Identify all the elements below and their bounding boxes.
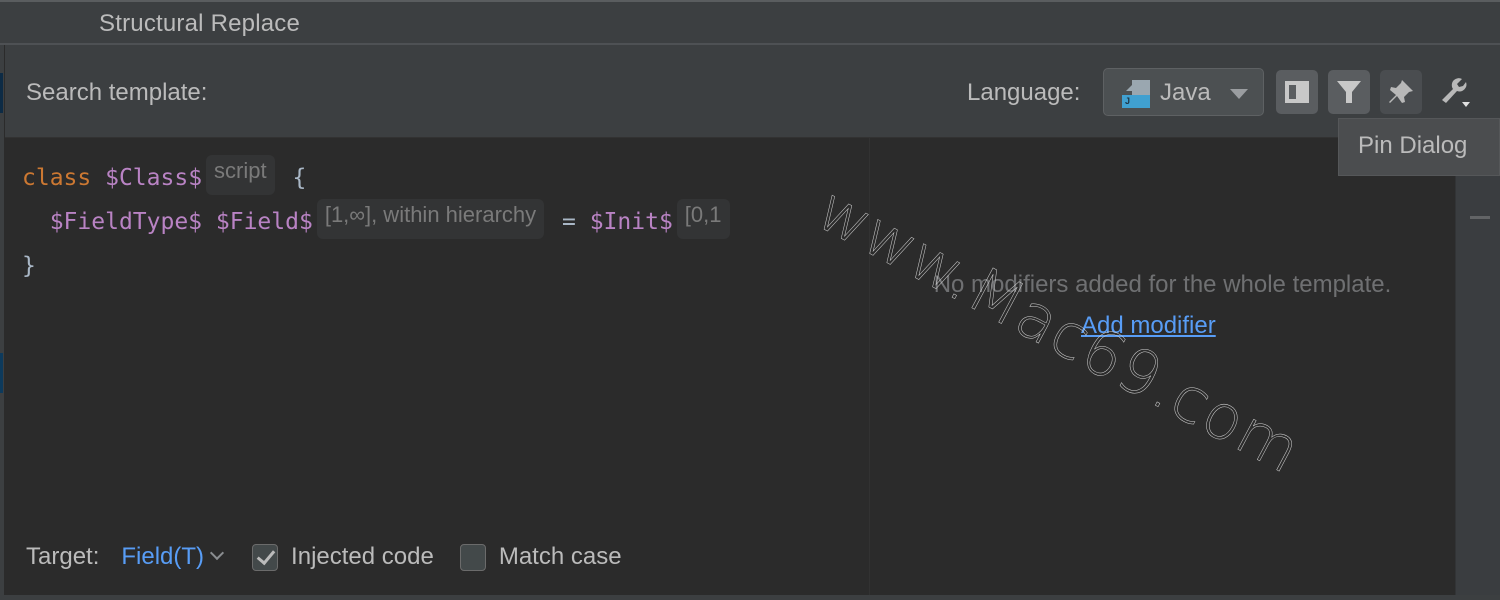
language-label: Language: bbox=[967, 79, 1081, 106]
match-case-label[interactable]: Match case bbox=[499, 543, 622, 571]
bottom-edge bbox=[0, 595, 1500, 600]
target-label: Target: bbox=[26, 543, 100, 570]
modifiers-panel: No modifiers added for the whole templat… bbox=[870, 138, 1455, 595]
language-value: Java bbox=[1160, 79, 1211, 106]
search-template-label: Search template: bbox=[26, 79, 208, 106]
add-modifier-link[interactable]: Add modifier bbox=[1081, 312, 1216, 340]
constraint-hint[interactable]: [1,∞], within hierarchy bbox=[316, 199, 545, 239]
template-variable[interactable]: $Init$ bbox=[590, 200, 673, 244]
options-row: Target: Field(T) Injected code Match cas… bbox=[26, 537, 648, 577]
java-file-icon: J bbox=[1122, 80, 1150, 108]
code-line[interactable]: } bbox=[22, 244, 734, 288]
left-edge-marker bbox=[0, 73, 3, 113]
pin-icon bbox=[1389, 80, 1413, 103]
settings-wrench-button[interactable] bbox=[1430, 70, 1472, 114]
code-area[interactable]: class $Class$ script { $FieldType$ $Field… bbox=[22, 155, 734, 288]
template-variable[interactable]: $FieldType$ bbox=[50, 200, 202, 244]
code-token: { bbox=[278, 165, 307, 191]
injected-code-checkbox[interactable] bbox=[252, 543, 279, 571]
search-template-editor[interactable]: class $Class$ script { $FieldType$ $Field… bbox=[5, 138, 870, 595]
language-dropdown[interactable]: J Java bbox=[1103, 68, 1264, 116]
injected-code-label[interactable]: Injected code bbox=[291, 543, 434, 571]
code-token: } bbox=[22, 253, 36, 279]
pin-dialog-button[interactable] bbox=[1380, 70, 1422, 114]
toggle-panel-icon bbox=[1285, 81, 1309, 103]
code-token: = bbox=[548, 209, 590, 235]
left-edge-selection bbox=[0, 353, 3, 393]
scroll-marker bbox=[1470, 216, 1490, 219]
no-modifiers-text: No modifiers added for the whole templat… bbox=[933, 271, 1392, 298]
template-variable[interactable]: $Field$ bbox=[216, 200, 313, 244]
template-variable[interactable]: $Class$ bbox=[105, 156, 202, 200]
code-line[interactable]: $FieldType$ $Field$ [1,∞], within hierarc… bbox=[22, 199, 734, 244]
dialog-title: Structural Replace bbox=[99, 10, 301, 37]
constraint-hint[interactable]: script bbox=[206, 155, 275, 195]
filter-icon bbox=[1337, 81, 1361, 103]
chevron-down-icon[interactable] bbox=[209, 545, 225, 561]
keyword-token: class bbox=[22, 165, 92, 191]
constraint-hint[interactable]: [0,1 bbox=[676, 199, 730, 239]
pin-dialog-tooltip: Pin Dialog bbox=[1338, 118, 1500, 176]
match-case-checkbox[interactable] bbox=[459, 543, 486, 571]
chevron-down-icon bbox=[1230, 89, 1248, 99]
wrench-dropdown-icon bbox=[1442, 78, 1470, 107]
code-line[interactable]: class $Class$ script { bbox=[22, 155, 734, 200]
search-template-header: Search template: Language: J Java bbox=[5, 47, 1500, 138]
title-bar: Structural Replace bbox=[0, 0, 1500, 45]
toggle-panel-button[interactable] bbox=[1276, 70, 1318, 114]
right-scroll-strip[interactable] bbox=[1455, 138, 1500, 595]
filter-button[interactable] bbox=[1328, 70, 1370, 114]
target-dropdown[interactable]: Field(T) bbox=[121, 543, 204, 571]
